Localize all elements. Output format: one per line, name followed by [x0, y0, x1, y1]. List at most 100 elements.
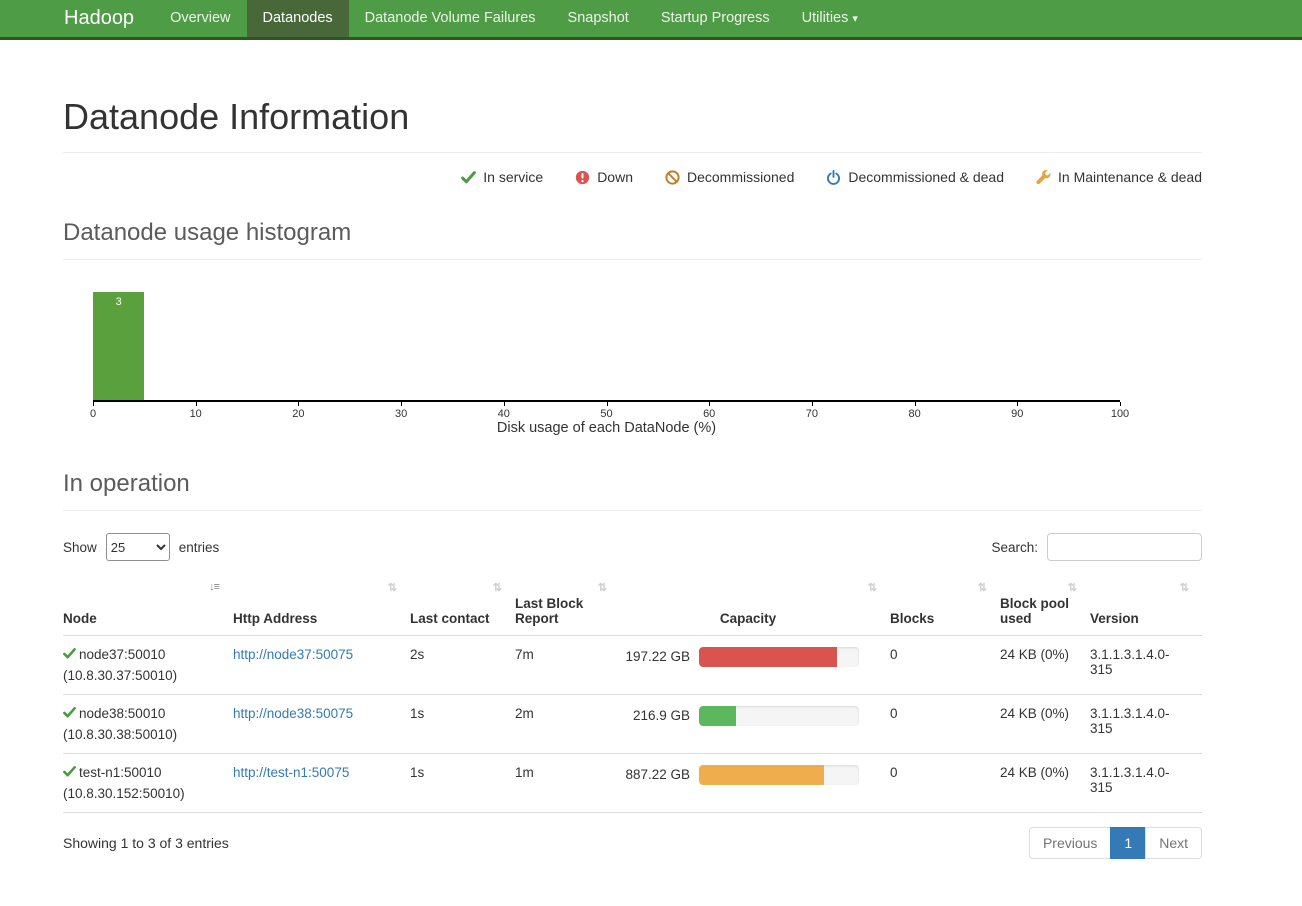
legend-maintenance-dead: In Maintenance & dead — [1036, 169, 1202, 185]
sort-asc-icon[interactable]: ↓≡ — [209, 581, 219, 593]
blocks-cell: 0 — [890, 635, 1000, 694]
power-icon — [826, 170, 841, 185]
legend-label: Down — [597, 169, 633, 185]
sort-icon[interactable]: ⇅ — [598, 581, 606, 594]
search-control: Search: — [991, 533, 1202, 561]
last-block-report-cell: 1m — [515, 753, 620, 812]
node-ip: (10.8.30.152:50010) — [63, 786, 219, 801]
node-cell: test-n1:50010 (10.8.30.152:50010) — [63, 753, 233, 812]
ban-icon — [665, 170, 680, 185]
title-divider — [63, 152, 1202, 153]
sort-icon[interactable]: ⇅ — [493, 581, 501, 594]
capacity-value: 887.22 GB — [620, 767, 690, 782]
node-ip: (10.8.30.37:50010) — [63, 668, 219, 683]
node-cell: node38:50010 (10.8.30.38:50010) — [63, 694, 233, 753]
column-header-last-contact[interactable]: ⇅ Last contact — [410, 577, 515, 635]
block-pool-used-cell: 24 KB (0%) — [1000, 753, 1090, 812]
wrench-icon — [1036, 170, 1051, 185]
capacity-value: 216.9 GB — [620, 708, 690, 723]
legend-label: In Maintenance & dead — [1058, 169, 1202, 185]
legend-label: Decommissioned & dead — [848, 169, 1004, 185]
datanodes-table: ↓≡ Node ⇅ Http Address ⇅ Last contact ⇅ … — [63, 577, 1202, 813]
nav-item-utilities-dropdown[interactable]: Utilities▾ — [786, 0, 874, 37]
histogram-plot: 3 — [93, 292, 1120, 402]
node-ip: (10.8.30.38:50010) — [63, 727, 219, 742]
table-controls: Show 25 entries Search: — [63, 533, 1202, 561]
pagination-next[interactable]: Next — [1146, 827, 1202, 859]
table-header-row: ↓≡ Node ⇅ Http Address ⇅ Last contact ⇅ … — [63, 577, 1202, 635]
legend-decommissioned: Decommissioned — [665, 169, 794, 185]
sort-icon[interactable]: ⇅ — [868, 581, 876, 594]
nav-item-datanode-volume-failures[interactable]: Datanode Volume Failures — [349, 0, 552, 37]
capacity-progress-fill — [699, 765, 824, 785]
capacity-progress-fill — [699, 647, 837, 667]
table-row: test-n1:50010 (10.8.30.152:50010) http:/… — [63, 753, 1202, 812]
search-label: Search: — [991, 540, 1038, 555]
last-contact-cell: 2s — [410, 635, 515, 694]
legend-label: In service — [483, 169, 543, 185]
column-header-node[interactable]: ↓≡ Node — [63, 577, 233, 635]
in-service-check-icon — [63, 706, 76, 719]
column-header-capacity[interactable]: ⇅ Capacity — [620, 577, 890, 635]
block-pool-used-cell: 24 KB (0%) — [1000, 694, 1090, 753]
version-cell: 3.1.1.3.1.4.0-315 — [1090, 694, 1202, 753]
histogram-bar: 3 — [93, 292, 144, 400]
http-address-link[interactable]: http://test-n1:50075 — [233, 765, 349, 780]
exclamation-circle-icon — [575, 170, 590, 185]
blocks-cell: 0 — [890, 694, 1000, 753]
top-navbar: Hadoop Overview Datanodes Datanode Volum… — [0, 0, 1302, 40]
capacity-value: 197.22 GB — [620, 649, 690, 664]
last-block-report-cell: 7m — [515, 635, 620, 694]
table-info: Showing 1 to 3 of 3 entries — [63, 835, 229, 851]
app-brand[interactable]: Hadoop — [0, 0, 154, 37]
status-legend: In service Down Decommissioned Decommiss… — [63, 169, 1202, 185]
sort-icon[interactable]: ⇅ — [388, 581, 396, 594]
legend-label: Decommissioned — [687, 169, 794, 185]
page-title: Datanode Information — [63, 96, 1202, 138]
in-operation-heading: In operation — [63, 470, 1202, 498]
histogram-divider — [63, 259, 1202, 260]
usage-histogram-chart: 3 0102030405060708090100 Disk usage of e… — [93, 292, 1120, 436]
show-label: Show — [63, 540, 97, 555]
page-length-control: Show 25 entries — [63, 533, 219, 561]
search-input[interactable] — [1047, 533, 1202, 561]
histogram-x-axis: 0102030405060708090100 — [93, 402, 1120, 424]
sort-icon[interactable]: ⇅ — [1068, 581, 1076, 594]
column-header-version[interactable]: ⇅ Version — [1090, 577, 1202, 635]
pagination-page-1[interactable]: 1 — [1111, 827, 1146, 859]
legend-in-service: In service — [461, 169, 543, 185]
capacity-progress-bar — [699, 647, 859, 667]
column-header-blocks[interactable]: ⇅ Blocks — [890, 577, 1000, 635]
pagination-previous[interactable]: Previous — [1030, 827, 1111, 859]
nav-item-snapshot[interactable]: Snapshot — [552, 0, 645, 37]
table-row: node38:50010 (10.8.30.38:50010) http://n… — [63, 694, 1202, 753]
in-service-check-icon — [63, 765, 76, 778]
node-cell: node37:50010 (10.8.30.37:50010) — [63, 635, 233, 694]
column-header-last-block-report[interactable]: ⇅ Last Block Report — [515, 577, 620, 635]
block-pool-used-cell: 24 KB (0%) — [1000, 635, 1090, 694]
nav-item-startup-progress[interactable]: Startup Progress — [645, 0, 786, 37]
table-footer: Showing 1 to 3 of 3 entries Previous 1 N… — [63, 827, 1202, 859]
http-address-link[interactable]: http://node38:50075 — [233, 706, 353, 721]
capacity-progress-fill — [699, 706, 736, 726]
nav-item-overview[interactable]: Overview — [154, 0, 246, 37]
capacity-progress-bar — [699, 706, 859, 726]
blocks-cell: 0 — [890, 753, 1000, 812]
http-address-link[interactable]: http://node37:50075 — [233, 647, 353, 662]
in-operation-divider — [63, 510, 1202, 511]
capacity-cell: 216.9 GB — [620, 694, 890, 753]
page-size-select[interactable]: 25 — [106, 533, 170, 561]
column-header-block-pool-used[interactable]: ⇅ Block pool used — [1000, 577, 1090, 635]
sort-icon[interactable]: ⇅ — [1180, 581, 1188, 594]
column-header-http-address[interactable]: ⇅ Http Address — [233, 577, 410, 635]
capacity-cell: 197.22 GB — [620, 635, 890, 694]
nav-item-datanodes[interactable]: Datanodes — [247, 0, 349, 37]
version-cell: 3.1.1.3.1.4.0-315 — [1090, 635, 1202, 694]
capacity-progress-bar — [699, 765, 859, 785]
in-service-check-icon — [63, 647, 76, 660]
sort-icon[interactable]: ⇅ — [978, 581, 986, 594]
chevron-down-icon: ▾ — [852, 13, 858, 25]
table-row: node37:50010 (10.8.30.37:50010) http://n… — [63, 635, 1202, 694]
pagination: Previous 1 Next — [1030, 827, 1202, 859]
legend-down: Down — [575, 169, 633, 185]
